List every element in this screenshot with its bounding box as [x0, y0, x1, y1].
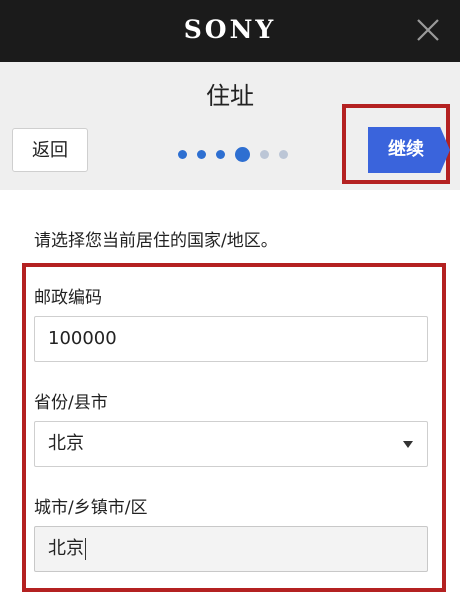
- back-button[interactable]: 返回: [12, 128, 88, 172]
- city-label: 城市/乡镇市/区: [34, 498, 148, 518]
- province-label: 省份/县市: [34, 393, 108, 413]
- postal-code-value: 100000: [48, 328, 117, 349]
- province-select[interactable]: 北京: [34, 421, 428, 467]
- progress-dot: [216, 149, 225, 159]
- province-value: 北京: [48, 433, 84, 454]
- sony-logo: SONY: [183, 15, 277, 44]
- city-value: 北京: [48, 538, 84, 559]
- continue-button[interactable]: 继续: [368, 127, 450, 173]
- postal-code-label: 邮政编码: [34, 288, 102, 308]
- progress-dot: [197, 149, 206, 159]
- dropdown-arrow-icon: [403, 441, 413, 448]
- top-bar: SONY: [0, 0, 460, 62]
- text-caret: [85, 538, 86, 560]
- progress-dot-current: [235, 146, 250, 162]
- progress-dot: [279, 149, 288, 159]
- instruction-text: 请选择您当前居住的国家/地区。: [34, 231, 278, 251]
- postal-code-input[interactable]: 100000: [34, 316, 428, 362]
- close-icon[interactable]: [410, 12, 446, 48]
- progress-dot: [178, 149, 187, 159]
- progress-dot: [260, 149, 269, 159]
- progress-indicator: [178, 146, 298, 162]
- city-input[interactable]: 北京: [34, 526, 428, 572]
